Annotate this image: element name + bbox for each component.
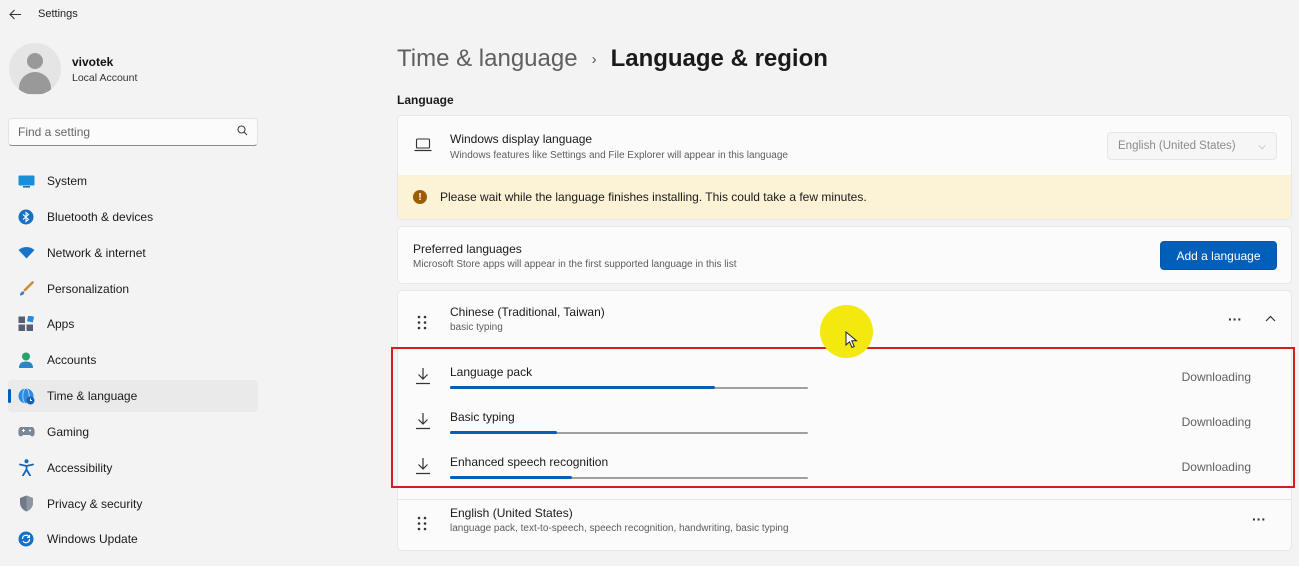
drag-handle-icon[interactable] bbox=[417, 315, 427, 330]
avatar bbox=[9, 43, 61, 95]
sidebar-item-label: Windows Update bbox=[47, 532, 138, 547]
sidebar-item-apps[interactable]: Apps bbox=[8, 308, 258, 340]
download-label: Basic typing bbox=[450, 410, 515, 424]
sidebar-item-label: Personalization bbox=[47, 281, 130, 296]
brush-icon bbox=[17, 280, 35, 298]
globe-clock-icon bbox=[17, 387, 35, 405]
progress-bar bbox=[450, 431, 808, 434]
preferred-languages-card: Preferred languages Microsoft Store apps… bbox=[397, 226, 1292, 284]
section-heading-language: Language bbox=[397, 93, 454, 107]
sidebar-item-privacy[interactable]: Privacy & security bbox=[8, 488, 258, 520]
sidebar-item-windows-update[interactable]: Windows Update bbox=[8, 523, 258, 555]
update-icon bbox=[17, 530, 35, 548]
bluetooth-icon bbox=[17, 208, 35, 226]
sidebar-item-time-language[interactable]: Time & language bbox=[8, 380, 258, 413]
display-language-subtitle: Windows features like Settings and File … bbox=[450, 150, 788, 161]
download-status: Downloading bbox=[1181, 460, 1251, 474]
download-icon bbox=[414, 412, 432, 430]
sidebar-item-label: Accessibility bbox=[47, 460, 113, 475]
monitor-icon bbox=[17, 172, 35, 190]
chevron-down-icon: ⌵ bbox=[1258, 140, 1266, 152]
gamepad-icon bbox=[17, 423, 35, 441]
sidebar-item-bluetooth[interactable]: Bluetooth & devices bbox=[8, 201, 258, 233]
sidebar-item-label: System bbox=[47, 174, 88, 188]
download-status: Downloading bbox=[1181, 370, 1251, 384]
search-icon[interactable] bbox=[237, 125, 248, 139]
preferred-languages-title: Preferred languages bbox=[413, 242, 522, 256]
add-language-button[interactable]: Add a language bbox=[1160, 241, 1277, 270]
divider bbox=[398, 499, 1291, 500]
download-status: Downloading bbox=[1181, 415, 1251, 429]
language-name: English (United States) bbox=[450, 506, 573, 520]
sidebar-item-system[interactable]: System bbox=[8, 165, 258, 197]
laptop-icon bbox=[414, 138, 432, 152]
app-title: Settings bbox=[38, 8, 78, 20]
user-name: vivotek bbox=[72, 54, 114, 69]
progress-bar bbox=[450, 386, 808, 389]
wifi-icon bbox=[17, 244, 35, 262]
language-features: basic typing bbox=[450, 322, 503, 333]
sidebar-item-label: Time & language bbox=[47, 389, 138, 404]
preferred-languages-subtitle: Microsoft Store apps will appear in the … bbox=[413, 259, 737, 270]
language-features: language pack, text-to-speech, speech re… bbox=[450, 523, 789, 534]
accessibility-icon bbox=[17, 459, 35, 477]
sidebar-item-gaming[interactable]: Gaming bbox=[8, 416, 258, 448]
download-row-language-pack: Language pack Downloading bbox=[398, 363, 1291, 407]
search-box[interactable] bbox=[8, 118, 258, 146]
account-type: Local Account bbox=[72, 71, 138, 84]
download-row-speech-recognition: Enhanced speech recognition Downloading bbox=[398, 453, 1291, 497]
breadcrumb: Time & language › Language & region bbox=[397, 42, 828, 76]
breadcrumb-parent-link[interactable]: Time & language bbox=[397, 45, 578, 73]
install-warning-bar: ! Please wait while the language finishe… bbox=[398, 175, 1291, 219]
person-icon bbox=[17, 351, 35, 369]
sidebar-item-label: Privacy & security bbox=[47, 496, 143, 511]
apps-icon bbox=[17, 315, 35, 333]
download-icon bbox=[414, 457, 432, 475]
download-label: Enhanced speech recognition bbox=[450, 455, 609, 469]
chevron-up-icon[interactable] bbox=[1265, 313, 1276, 325]
progress-bar bbox=[450, 476, 808, 479]
download-label: Language pack bbox=[450, 365, 533, 379]
download-icon bbox=[414, 367, 432, 385]
sidebar-nav: System Bluetooth & devices Network & int… bbox=[8, 165, 258, 559]
user-profile[interactable]: vivotek Local Account bbox=[9, 43, 137, 95]
display-language-value: English (United States) bbox=[1118, 140, 1236, 152]
display-language-card: Windows display language Windows feature… bbox=[397, 115, 1292, 220]
sidebar-item-accounts[interactable]: Accounts bbox=[8, 344, 258, 376]
more-options-icon[interactable]: ··· bbox=[1252, 511, 1266, 527]
drag-handle-icon[interactable] bbox=[417, 516, 427, 531]
back-arrow-icon[interactable] bbox=[0, 0, 30, 28]
shield-icon bbox=[17, 495, 35, 513]
sidebar-item-label: Gaming bbox=[47, 424, 90, 439]
page-title: Language & region bbox=[610, 45, 828, 72]
sidebar-item-label: Network & internet bbox=[47, 245, 146, 260]
sidebar-item-label: Apps bbox=[47, 317, 75, 332]
display-language-title: Windows display language bbox=[450, 132, 593, 146]
chevron-right-icon: › bbox=[591, 50, 597, 68]
sidebar-item-accessibility[interactable]: Accessibility bbox=[8, 452, 258, 484]
more-options-icon[interactable]: ··· bbox=[1228, 311, 1242, 327]
sidebar-item-label: Bluetooth & devices bbox=[47, 209, 154, 224]
sidebar-item-network[interactable]: Network & internet bbox=[8, 237, 258, 269]
sidebar-item-personalization[interactable]: Personalization bbox=[8, 273, 258, 305]
mouse-cursor-icon bbox=[845, 331, 858, 349]
display-language-dropdown[interactable]: English (United States) ⌵ bbox=[1107, 132, 1277, 160]
language-name: Chinese (Traditional, Taiwan) bbox=[450, 305, 605, 319]
sidebar-item-label: Accounts bbox=[47, 353, 97, 368]
download-row-basic-typing: Basic typing Downloading bbox=[398, 408, 1291, 452]
search-input[interactable] bbox=[18, 125, 237, 139]
warning-icon: ! bbox=[413, 190, 427, 204]
install-warning-text: Please wait while the language finishes … bbox=[440, 190, 867, 204]
title-bar: Settings bbox=[0, 0, 300, 28]
